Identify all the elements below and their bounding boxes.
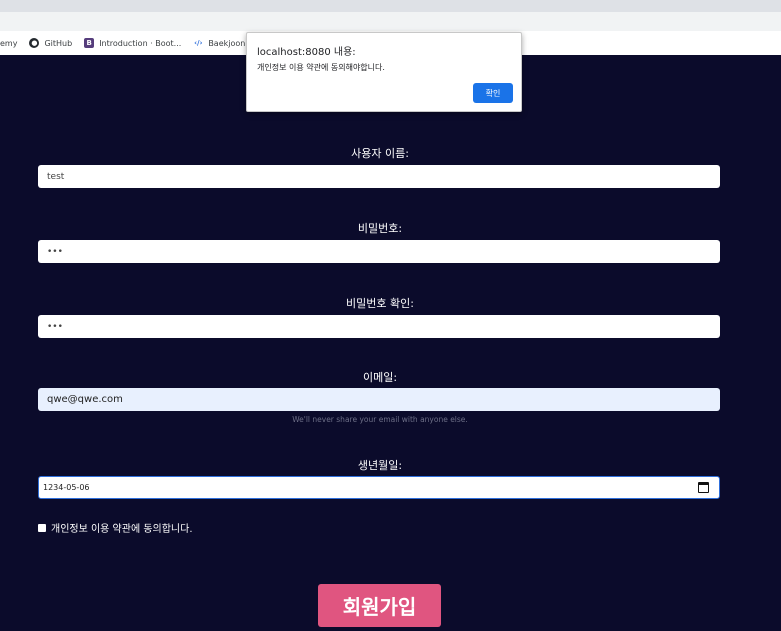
browser-address-area — [0, 12, 781, 31]
terms-checkbox[interactable] — [38, 523, 46, 532]
username-input[interactable]: test — [38, 165, 720, 188]
alert-dialog: localhost:8080 내용: 개인정보 이용 약관에 동의해야합니다. … — [246, 32, 522, 112]
browser-tab-strip — [0, 0, 781, 12]
bookmark-label: GitHub — [44, 38, 73, 48]
username-label: 사용자 이름: — [351, 147, 409, 160]
bookmark-label: Introduction · Boot... — [99, 38, 182, 48]
email-label: 이메일: — [362, 371, 398, 384]
terms-label[interactable]: 개인정보 이용 약관에 동의합니다. — [51, 520, 193, 535]
calendar-icon[interactable] — [698, 482, 709, 493]
github-icon: ● — [29, 38, 40, 48]
signup-page: 사용자 이름: test 비밀번호: ••• 비밀번호 확인: ••• 이메일:… — [0, 55, 781, 631]
email-input[interactable]: qwe@qwe.com — [38, 388, 720, 411]
password-label: 비밀번호: — [357, 222, 403, 235]
password-confirm-label: 비밀번호 확인: — [346, 297, 414, 310]
birthdate-input[interactable]: 1234-05-06 — [38, 476, 720, 499]
alert-message: 개인정보 이용 약관에 동의해야합니다. — [257, 63, 385, 72]
code-icon: ‹/› — [194, 39, 203, 47]
bookmark-github[interactable]: ● GitHub — [29, 38, 72, 48]
birthdate-label: 생년월일: — [357, 459, 403, 472]
terms-row: 개인정보 이용 약관에 동의합니다. — [38, 520, 193, 535]
alert-ok-button[interactable]: 확인 — [473, 83, 513, 103]
birthdate-value: 1234-05-06 — [43, 483, 90, 492]
alert-title: localhost:8080 내용: — [257, 47, 356, 58]
password-confirm-input[interactable]: ••• — [38, 315, 720, 338]
email-help-text: We'll never share your email with anyone… — [292, 415, 468, 424]
bookmark-bootstrap[interactable]: B Introduction · Boot... — [84, 38, 181, 48]
signup-button[interactable]: 회원가입 — [318, 584, 441, 627]
bootstrap-icon: B — [84, 38, 95, 48]
bookmark-udemy[interactable]: emy — [0, 39, 17, 48]
bookmark-label: emy — [0, 38, 18, 48]
password-input[interactable]: ••• — [38, 240, 720, 263]
